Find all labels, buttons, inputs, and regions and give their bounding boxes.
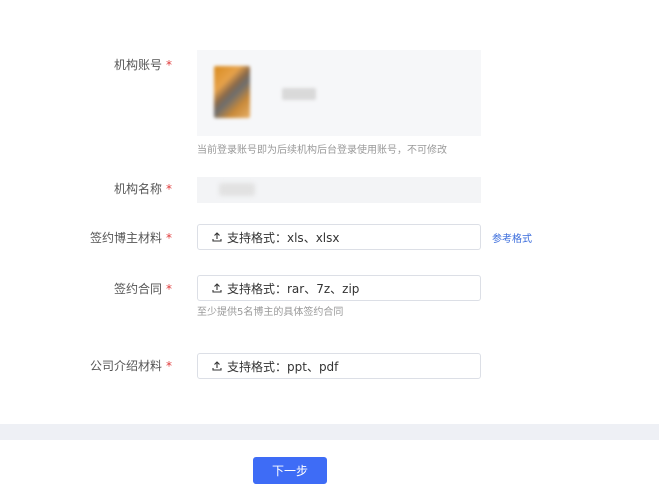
required-mark: * <box>166 282 172 296</box>
company-intro-upload-text: 支持格式：ppt、pdf <box>227 359 339 374</box>
blogger-material-upload-text: 支持格式：xls、xlsx <box>227 230 340 245</box>
reference-format-link[interactable]: 参考格式 <box>492 230 532 245</box>
blogger-material-label: 签约博主材料 * <box>90 230 172 246</box>
company-intro-label-text: 公司介绍材料 <box>89 359 162 373</box>
blogger-material-upload-button[interactable]: 支持格式：xls、xlsx <box>197 224 481 250</box>
account-hint: 当前登录账号即为后续机构后台登录使用账号，不可修改 <box>197 145 447 156</box>
org-name-label-text: 机构名称 <box>113 182 162 196</box>
required-mark: * <box>166 231 172 245</box>
org-name-blurred <box>219 183 255 196</box>
company-intro-upload-button[interactable]: 支持格式：ppt、pdf <box>197 353 481 379</box>
required-mark: * <box>166 359 172 373</box>
org-name-label: 机构名称 * <box>114 181 172 197</box>
section-divider <box>0 424 659 440</box>
upload-icon <box>212 232 222 242</box>
org-name-field <box>197 177 481 203</box>
contract-upload-button[interactable]: 支持格式：rar、7z、zip <box>197 275 481 301</box>
account-label: 机构账号 * <box>114 57 172 73</box>
blogger-material-label-text: 签约博主材料 <box>89 231 162 245</box>
required-mark: * <box>166 58 172 72</box>
contract-label-text: 签约合同 <box>113 282 162 296</box>
company-intro-label: 公司介绍材料 * <box>90 358 172 374</box>
contract-hint: 至少提供5名博主的具体签约合同 <box>197 307 344 318</box>
required-mark: * <box>166 182 172 196</box>
next-step-button[interactable]: 下一步 <box>253 457 327 484</box>
contract-upload-text: 支持格式：rar、7z、zip <box>227 281 360 296</box>
account-avatar <box>214 66 250 118</box>
account-display <box>197 50 481 136</box>
contract-label: 签约合同 * <box>114 281 172 297</box>
account-name-blurred <box>282 88 316 100</box>
account-label-text: 机构账号 <box>113 58 162 72</box>
upload-icon <box>212 361 222 371</box>
upload-icon <box>212 283 222 293</box>
